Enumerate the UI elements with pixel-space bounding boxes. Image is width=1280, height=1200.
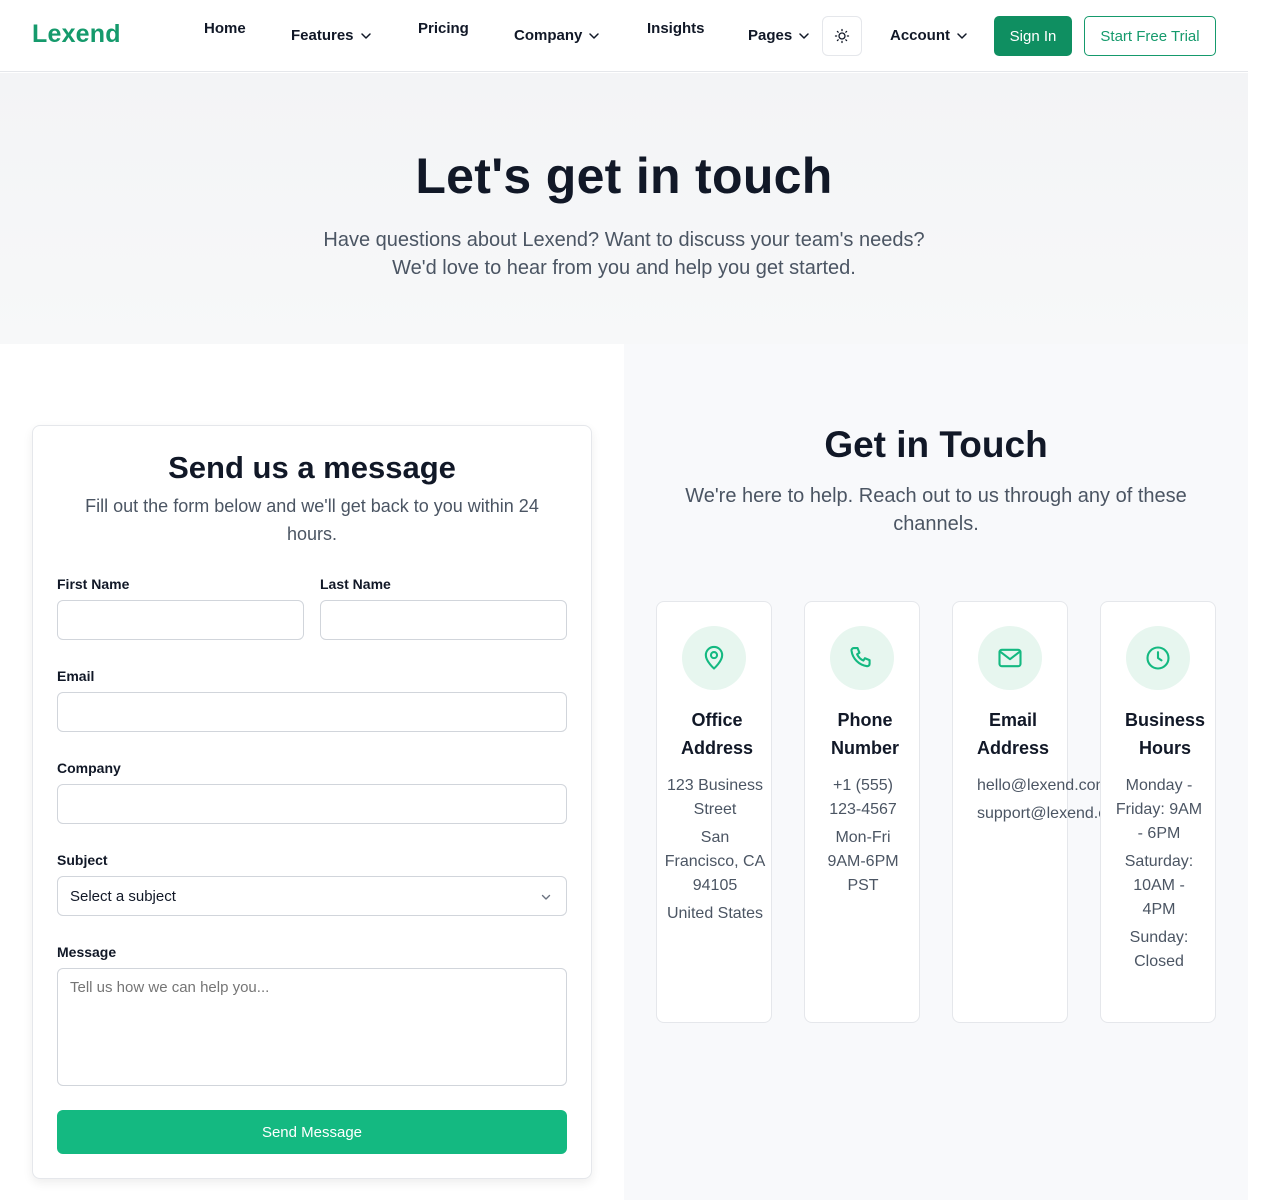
last-name-field[interactable]: [320, 600, 567, 640]
theme-toggle-button[interactable]: [822, 16, 862, 56]
hero-subtitle: Have questions about Lexend? Want to dis…: [0, 226, 1248, 282]
start-free-trial-button[interactable]: Start Free Trial: [1084, 16, 1216, 56]
first-name-field[interactable]: [57, 600, 304, 640]
card-line: Saturday: 10AM - 4PM: [1124, 853, 1194, 918]
card-line: 123 Business Street: [666, 777, 764, 818]
contact-card-phone: Phone Number +1 (555) 123-4567 Mon-Fri 9…: [804, 601, 920, 1023]
contact-card-email: Email Address hello@lexend.com support@l…: [952, 601, 1101, 1023]
last-name-label: Last Name: [320, 576, 391, 592]
card-title: Email Address: [976, 710, 1050, 758]
mail-icon: [998, 648, 1022, 668]
nav-pricing-label: Pricing: [418, 20, 469, 37]
clock-icon: [1146, 646, 1170, 670]
nav-company[interactable]: Company: [514, 27, 600, 44]
card-lines: Monday - Friday: 9AM - 6PM Saturday: 10A…: [1115, 774, 1203, 978]
nav-features[interactable]: Features: [291, 27, 372, 44]
company-field[interactable]: [57, 784, 567, 824]
nav-home-label: Home: [204, 20, 246, 37]
nav-pages[interactable]: Pages: [748, 27, 810, 44]
contact-card-hours: Business Hours Monday - Friday: 9AM - 6P…: [1100, 601, 1216, 1023]
first-name-label: First Name: [57, 576, 130, 592]
chevron-down-icon: [799, 32, 809, 39]
card-lines: hello@lexend.com support@lexend.com: [977, 774, 1101, 830]
card-title: Business Hours: [1124, 710, 1206, 758]
nav-account[interactable]: Account: [890, 27, 968, 44]
card-line: Mon-Fri 9AM-6PM PST: [827, 829, 899, 894]
nav-insights-label: Insights: [647, 20, 705, 37]
card-title: Office Address: [680, 710, 754, 758]
card-line: Monday - Friday: 9AM - 6PM: [1115, 777, 1203, 842]
icon-circle: [682, 626, 746, 690]
hero-subtitle-line2: We'd love to hear from you and help you …: [392, 257, 856, 279]
card-title: Phone Number: [830, 710, 899, 758]
card-line: United States: [666, 905, 764, 922]
hero-section: Let's get in touch Have questions about …: [0, 73, 1248, 344]
contact-subtitle: We're here to help. Reach out to us thro…: [685, 485, 1187, 535]
contact-card-office: Office Address 123 Business Street San F…: [656, 601, 772, 1023]
phone-icon: [850, 647, 871, 668]
nav-pages-label: Pages: [748, 27, 793, 44]
nav-home[interactable]: Home: [204, 20, 246, 37]
nav-features-label: Features: [291, 27, 354, 44]
nav-account-label: Account: [890, 27, 950, 44]
email-link[interactable]: support@lexend.com: [977, 802, 1101, 826]
send-message-button[interactable]: Send Message: [57, 1110, 567, 1154]
chevron-down-icon: [589, 32, 600, 39]
contact-title: Get in Touch: [824, 424, 1048, 465]
message-label: Message: [57, 944, 117, 960]
contact-form: Send us a message Fill out the form belo…: [32, 425, 592, 1179]
card-line: +1 (555) 123-4567: [829, 777, 897, 818]
nav-pricing[interactable]: Pricing: [418, 20, 469, 37]
card-lines: 123 Business Street San Francisco, CA 94…: [662, 774, 768, 930]
icon-circle: [1126, 626, 1190, 690]
nav-insights[interactable]: Insights: [647, 20, 705, 37]
chevron-down-icon: [541, 894, 551, 900]
icon-circle: [978, 626, 1042, 690]
logo[interactable]: Lexend: [32, 20, 121, 49]
chevron-down-icon: [957, 32, 967, 39]
company-label: Company: [57, 760, 121, 776]
top-nav: Lexend Home Features Pricing Company Ins…: [0, 0, 1248, 72]
subject-label: Subject: [57, 852, 108, 868]
hero-subtitle-line1: Have questions about Lexend? Want to dis…: [323, 229, 925, 251]
hero-title: Let's get in touch: [415, 148, 833, 204]
email-link[interactable]: hello@lexend.com: [977, 774, 1101, 798]
form-title: Send us a message: [168, 450, 456, 485]
form-subtitle: Fill out the form below and we'll get ba…: [85, 496, 539, 544]
sign-in-button[interactable]: Sign In: [994, 16, 1072, 56]
message-textarea[interactable]: [57, 968, 567, 1086]
card-lines: +1 (555) 123-4567 Mon-Fri 9AM-6PM PST: [823, 774, 903, 902]
icon-circle: [830, 626, 894, 690]
card-line: Sunday: Closed: [1129, 929, 1189, 970]
map-pin-icon: [704, 645, 724, 670]
email-field[interactable]: [57, 692, 567, 732]
subject-select[interactable]: Select a subject: [57, 876, 567, 916]
card-line: San Francisco, CA 94105: [664, 829, 766, 894]
nav-company-label: Company: [514, 27, 583, 44]
email-label: Email: [57, 668, 95, 684]
chevron-down-icon: [360, 32, 371, 39]
subject-select-value: Select a subject: [70, 887, 176, 905]
sun-icon: [834, 28, 850, 44]
